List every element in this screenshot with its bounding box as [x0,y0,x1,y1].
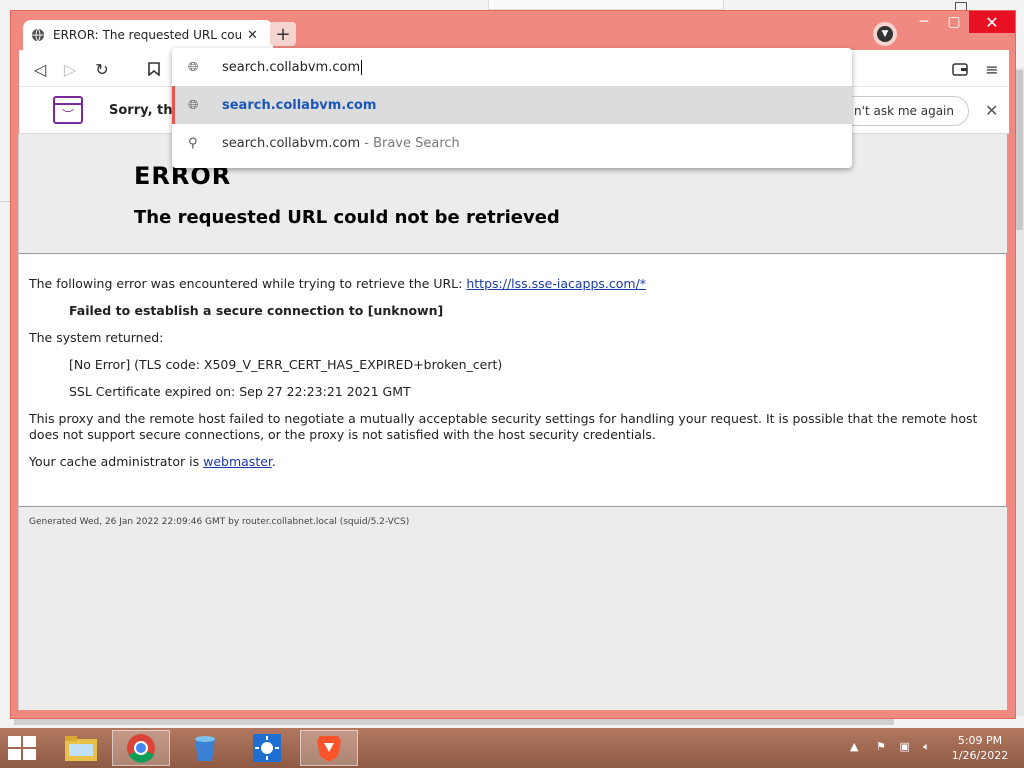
address-input[interactable]: search.collabvm.com [222,59,363,75]
tab-search-button[interactable]: ▼ [873,22,897,46]
background-divider [0,201,10,202]
clock-time: 5:09 PM [957,734,1003,747]
globe-icon: 🌐︎ [188,97,199,113]
network-icon[interactable]: ▣ [899,740,909,753]
admin-line: Your cache administrator is webmaster. [29,454,276,469]
chrome-icon [127,734,155,763]
tab-close-icon[interactable]: ✕ [247,28,258,43]
error-intro: The following error was encountered whil… [29,276,647,291]
clock-date: 1/26/2022 [951,749,1009,762]
suggestion-url[interactable]: 🌐︎ search.collabvm.com [172,86,852,124]
weather-sun-icon [253,734,281,762]
search-icon: ⚲ [188,135,198,151]
error-code: [No Error] (TLS code: X509_V_ERR_CERT_HA… [69,357,503,372]
volume-icon[interactable]: 🔈︎ [923,740,930,753]
error-body: The following error was encountered whil… [29,276,995,481]
suggestion-text: search.collabvm.com [222,97,377,113]
chevron-down-icon: ▼ [877,26,893,42]
taskbar: ▲ ⚑ ▣ 🔈︎ 5:09 PM 1/26/2022 [0,728,1024,768]
file-explorer-button[interactable] [52,730,110,766]
system-returned: The system returned: [29,330,164,345]
wallet-icon [952,62,968,76]
omnibox-dropdown: 🌐︎ search.collabvm.com 🌐︎ search.collabv… [172,48,852,168]
weather-app-button[interactable] [238,730,296,766]
window-close-button[interactable]: ✕ [969,11,1015,33]
brave-icon [317,736,341,762]
suggestion-text: search.collabvm.com - Brave Search [222,135,460,151]
ssl-expired: SSL Certificate expired on: Sep 27 22:23… [69,384,411,399]
reload-button[interactable]: ↻ [91,58,113,80]
start-button[interactable] [8,736,38,762]
system-tray: ▲ ⚑ ▣ 🔈︎ [850,740,930,754]
back-button[interactable]: ◁ [29,58,51,80]
new-tab-button[interactable]: + [270,22,296,46]
bucket-app-button[interactable] [176,730,234,766]
bookmark-icon [148,62,160,76]
menu-button[interactable]: ≡ [981,58,1003,80]
globe-icon: 🌐︎ [188,59,199,75]
suggestion-search[interactable]: ⚲ search.collabvm.com - Brave Search [172,124,852,162]
error-explanation: This proxy and the remote host failed to… [29,411,978,442]
wallet-button[interactable] [949,58,971,80]
generated-info: Generated Wed, 26 Jan 2022 22:09:46 GMT … [29,517,410,527]
tab-title: ERROR: The requested URL could [53,28,241,42]
forward-button[interactable]: ▷ [59,58,81,80]
brave-button[interactable] [300,730,358,766]
background-restore-icon [955,2,967,10]
chrome-button[interactable] [112,730,170,766]
background-titlebar [488,0,724,10]
tab-active[interactable]: ERROR: The requested URL could ✕ [23,20,273,50]
scrollbar-thumb[interactable] [1016,70,1023,230]
error-failure: Failed to establish a secure connection … [69,303,444,318]
show-hidden-icons-icon[interactable]: ▲ [850,740,858,753]
infobar-close-icon[interactable]: ✕ [985,101,998,120]
sad-page-icon: ︶ [53,96,83,124]
background-scrollbar[interactable] [1015,68,1024,716]
web-page: ERROR The requested URL could not be ret… [18,134,1007,710]
address-bar[interactable]: 🌐︎ search.collabvm.com [172,48,852,86]
error-url-link[interactable]: https://lss.sse-iacapps.com/* [466,276,646,291]
recycle-bucket-icon [195,736,215,761]
folder-icon [65,736,97,761]
bookmark-button[interactable] [143,58,165,80]
maximize-button[interactable]: ▢ [939,11,969,33]
flag-icon[interactable]: ⚑ [876,740,886,753]
clock[interactable]: 5:09 PM 1/26/2022 [948,733,1012,763]
error-footer: Generated Wed, 26 Jan 2022 22:09:46 GMT … [19,506,1007,710]
window-controls: ─ ▢ ✕ [909,11,1015,33]
minimize-button[interactable]: ─ [909,11,939,33]
globe-icon [31,28,45,42]
error-subtitle: The requested URL could not be retrieved [134,207,560,228]
webmaster-link[interactable]: webmaster [203,454,272,469]
